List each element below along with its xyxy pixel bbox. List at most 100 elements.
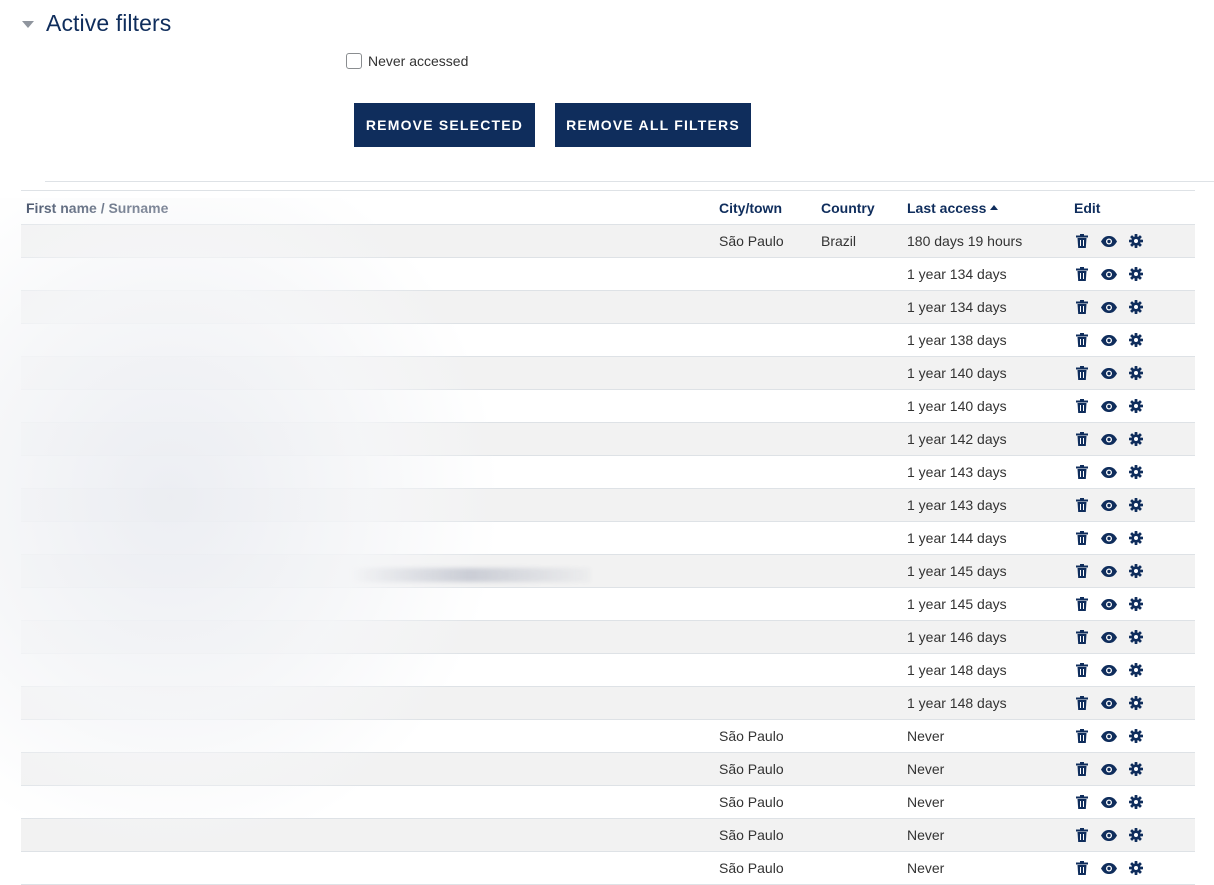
cell-name[interactable] bbox=[21, 521, 719, 555]
gear-icon[interactable] bbox=[1128, 299, 1144, 315]
eye-icon[interactable] bbox=[1101, 431, 1117, 447]
header-country[interactable]: Country bbox=[821, 190, 907, 225]
header-city[interactable]: City/town bbox=[719, 190, 821, 225]
eye-icon[interactable] bbox=[1101, 299, 1117, 315]
trash-icon[interactable] bbox=[1074, 266, 1090, 282]
cell-name[interactable] bbox=[21, 356, 719, 390]
gear-icon[interactable] bbox=[1128, 695, 1144, 711]
trash-icon[interactable] bbox=[1074, 596, 1090, 612]
filter-checkbox[interactable] bbox=[346, 53, 362, 69]
eye-icon[interactable] bbox=[1101, 827, 1117, 843]
table-row: 1 year 148 days bbox=[21, 686, 1195, 720]
trash-icon[interactable] bbox=[1074, 497, 1090, 513]
gear-icon[interactable] bbox=[1128, 761, 1144, 777]
eye-icon[interactable] bbox=[1101, 662, 1117, 678]
cell-last-access: Never bbox=[907, 719, 1074, 753]
gear-icon[interactable] bbox=[1128, 530, 1144, 546]
gear-icon[interactable] bbox=[1128, 497, 1144, 513]
header-last-access[interactable]: Last access bbox=[907, 190, 1074, 225]
eye-icon[interactable] bbox=[1101, 332, 1117, 348]
trash-icon[interactable] bbox=[1074, 662, 1090, 678]
cell-name[interactable] bbox=[21, 653, 719, 687]
eye-icon[interactable] bbox=[1101, 761, 1117, 777]
trash-icon[interactable] bbox=[1074, 299, 1090, 315]
remove-selected-button[interactable]: REMOVE SELECTED bbox=[354, 103, 535, 147]
eye-icon[interactable] bbox=[1101, 728, 1117, 744]
cell-name[interactable] bbox=[21, 290, 719, 324]
cell-city: São Paulo bbox=[719, 818, 821, 852]
remove-all-filters-button[interactable]: REMOVE ALL FILTERS bbox=[555, 103, 751, 147]
cell-name[interactable] bbox=[21, 389, 719, 423]
cell-edit bbox=[1074, 752, 1195, 786]
cell-name[interactable] bbox=[21, 752, 719, 786]
trash-icon[interactable] bbox=[1074, 761, 1090, 777]
gear-icon[interactable] bbox=[1128, 629, 1144, 645]
eye-icon[interactable] bbox=[1101, 794, 1117, 810]
cell-name[interactable] bbox=[21, 587, 719, 621]
eye-icon[interactable] bbox=[1101, 233, 1117, 249]
eye-icon[interactable] bbox=[1101, 596, 1117, 612]
eye-icon[interactable] bbox=[1101, 464, 1117, 480]
eye-icon[interactable] bbox=[1101, 695, 1117, 711]
gear-icon[interactable] bbox=[1128, 827, 1144, 843]
gear-icon[interactable] bbox=[1128, 662, 1144, 678]
eye-icon[interactable] bbox=[1101, 365, 1117, 381]
cell-name[interactable] bbox=[21, 851, 719, 885]
cell-name[interactable] bbox=[21, 620, 719, 654]
cell-edit bbox=[1074, 488, 1195, 522]
trash-icon[interactable] bbox=[1074, 695, 1090, 711]
collapse-caret-icon[interactable] bbox=[22, 21, 34, 28]
trash-icon[interactable] bbox=[1074, 728, 1090, 744]
trash-icon[interactable] bbox=[1074, 530, 1090, 546]
eye-icon[interactable] bbox=[1101, 497, 1117, 513]
gear-icon[interactable] bbox=[1128, 596, 1144, 612]
cell-name[interactable] bbox=[21, 323, 719, 357]
filter-never-accessed[interactable]: Never accessed bbox=[346, 53, 468, 69]
eye-icon[interactable] bbox=[1101, 266, 1117, 282]
trash-icon[interactable] bbox=[1074, 629, 1090, 645]
trash-icon[interactable] bbox=[1074, 794, 1090, 810]
cell-country bbox=[821, 851, 907, 885]
trash-icon[interactable] bbox=[1074, 563, 1090, 579]
gear-icon[interactable] bbox=[1128, 464, 1144, 480]
header-name[interactable]: First name / Surname bbox=[21, 190, 719, 225]
gear-icon[interactable] bbox=[1128, 431, 1144, 447]
eye-icon[interactable] bbox=[1101, 398, 1117, 414]
cell-last-access: Never bbox=[907, 752, 1074, 786]
gear-icon[interactable] bbox=[1128, 563, 1144, 579]
cell-name[interactable] bbox=[21, 785, 719, 819]
gear-icon[interactable] bbox=[1128, 728, 1144, 744]
cell-country bbox=[821, 620, 907, 654]
trash-icon[interactable] bbox=[1074, 431, 1090, 447]
gear-icon[interactable] bbox=[1128, 860, 1144, 876]
trash-icon[interactable] bbox=[1074, 464, 1090, 480]
gear-icon[interactable] bbox=[1128, 794, 1144, 810]
cell-name[interactable] bbox=[21, 818, 719, 852]
gear-icon[interactable] bbox=[1128, 398, 1144, 414]
cell-name[interactable] bbox=[21, 488, 719, 522]
gear-icon[interactable] bbox=[1128, 266, 1144, 282]
trash-icon[interactable] bbox=[1074, 233, 1090, 249]
gear-icon[interactable] bbox=[1128, 332, 1144, 348]
cell-name[interactable] bbox=[21, 422, 719, 456]
table-header-row: First name / Surname City/town Country L… bbox=[21, 190, 1195, 225]
cell-name[interactable] bbox=[21, 686, 719, 720]
cell-name[interactable] bbox=[21, 224, 719, 258]
gear-icon[interactable] bbox=[1128, 365, 1144, 381]
cell-name[interactable] bbox=[21, 257, 719, 291]
table-row: 1 year 142 days bbox=[21, 422, 1195, 456]
eye-icon[interactable] bbox=[1101, 563, 1117, 579]
trash-icon[interactable] bbox=[1074, 860, 1090, 876]
trash-icon[interactable] bbox=[1074, 398, 1090, 414]
trash-icon[interactable] bbox=[1074, 827, 1090, 843]
eye-icon[interactable] bbox=[1101, 629, 1117, 645]
cell-last-access: 1 year 134 days bbox=[907, 257, 1074, 291]
trash-icon[interactable] bbox=[1074, 365, 1090, 381]
gear-icon[interactable] bbox=[1128, 233, 1144, 249]
cell-name[interactable] bbox=[21, 455, 719, 489]
active-filters-header[interactable]: Active filters bbox=[22, 10, 171, 37]
trash-icon[interactable] bbox=[1074, 332, 1090, 348]
eye-icon[interactable] bbox=[1101, 860, 1117, 876]
cell-name[interactable] bbox=[21, 719, 719, 753]
eye-icon[interactable] bbox=[1101, 530, 1117, 546]
